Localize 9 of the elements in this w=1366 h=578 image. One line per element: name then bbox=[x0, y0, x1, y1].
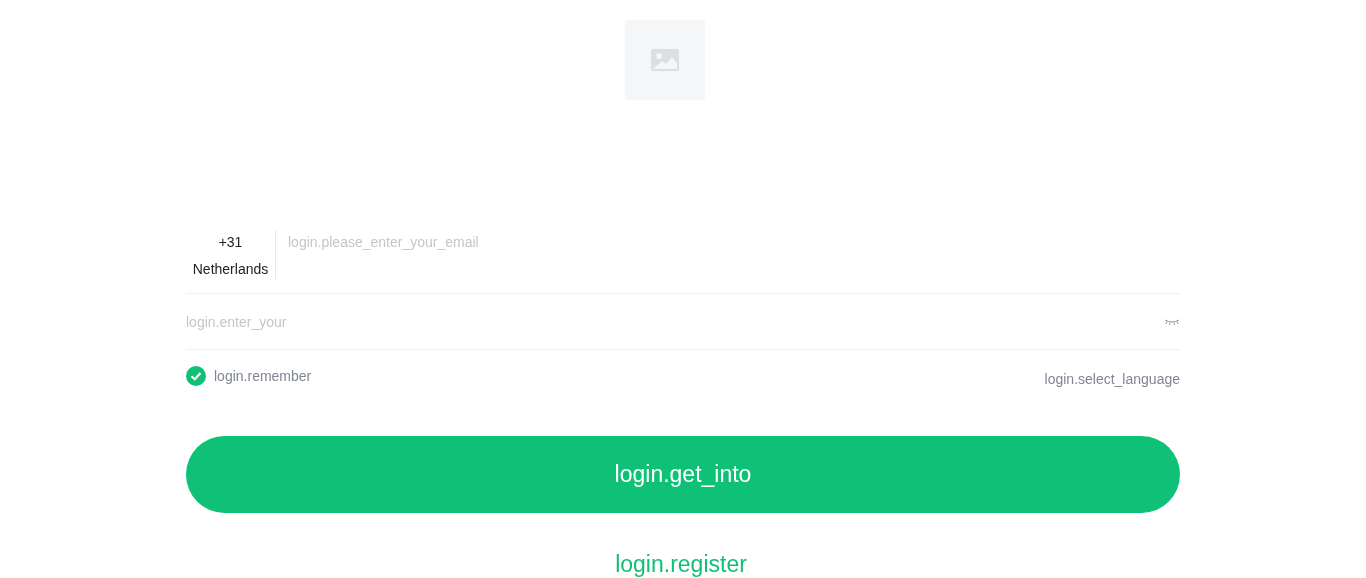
register-link[interactable]: login.register bbox=[615, 551, 747, 577]
password-field[interactable]: login.enter_your bbox=[186, 309, 1164, 334]
remember-checkbox[interactable]: login.remember bbox=[186, 366, 312, 386]
image-icon bbox=[650, 48, 680, 72]
select-language-link[interactable]: login.select_language bbox=[1044, 370, 1180, 387]
login-button[interactable]: login.get_into bbox=[186, 436, 1180, 513]
email-field[interactable]: login.please_enter_your_email bbox=[288, 230, 1180, 254]
closed-eye-icon[interactable] bbox=[1164, 317, 1180, 326]
country-selector[interactable]: +31 Netherlands bbox=[186, 230, 276, 279]
